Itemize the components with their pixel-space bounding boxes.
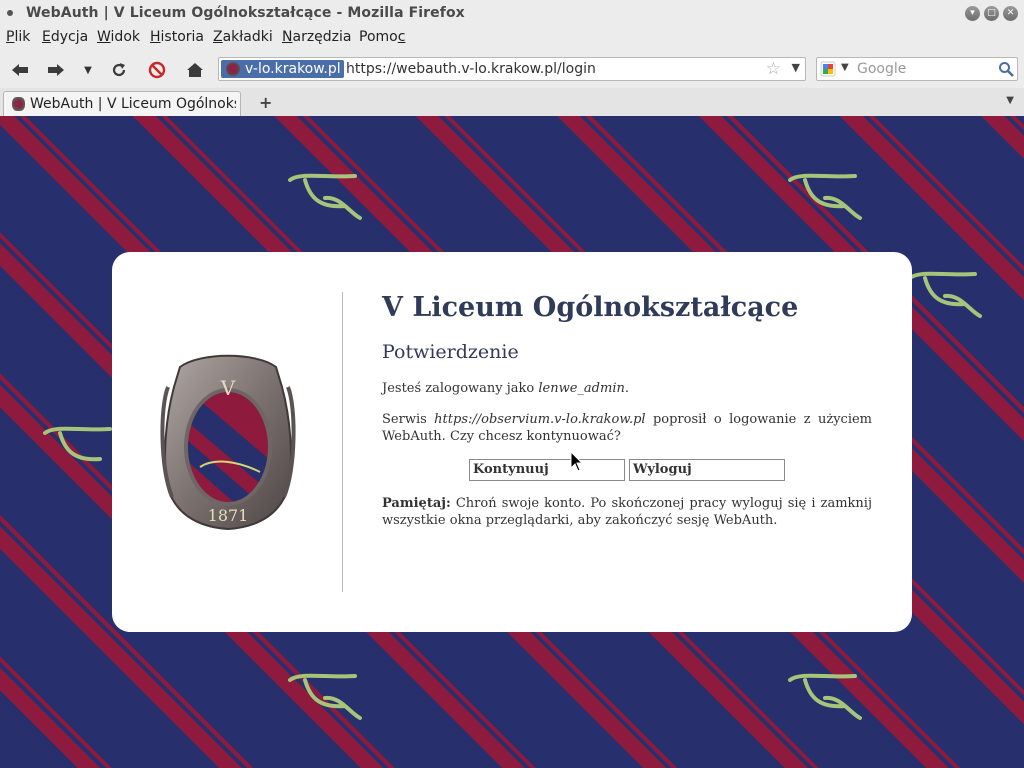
login-card: V 1871 V Liceum Ogólnokształcące Potwier… [112, 252, 912, 632]
tab-list-dropdown-icon[interactable]: ▼ [1006, 95, 1014, 106]
signature-decoration-icon [788, 173, 862, 220]
stop-icon[interactable] [145, 58, 169, 82]
logged-in-text: Jesteś zalogowany jako lenwe_admin. [382, 380, 872, 397]
url-dropdown-icon[interactable]: ▼ [792, 61, 800, 74]
signature-decoration-icon [908, 271, 982, 318]
forward-icon[interactable] [44, 58, 68, 82]
tab-webauth[interactable]: WebAuth | V Liceum Ogólnoks... [3, 91, 241, 116]
back-icon[interactable] [8, 58, 32, 82]
close-button[interactable]: ✕ [1003, 6, 1018, 21]
crest-year: 1871 [208, 506, 249, 525]
reload-icon[interactable] [107, 58, 131, 82]
maximize-button[interactable]: □ [984, 6, 999, 21]
tab-favicon [12, 97, 25, 111]
menu-pomoc[interactable]: Pomoc [359, 28, 405, 46]
menu-zakladki[interactable]: Zakładki [213, 28, 273, 46]
page-subtitle: Potwierdzenie [382, 341, 519, 363]
mouse-cursor-icon [570, 451, 584, 472]
url-text[interactable]: https://webauth.v-lo.krakow.pl/login [346, 61, 596, 77]
logged-in-prefix: Jesteś zalogowany jako [382, 381, 539, 396]
logout-button[interactable]: Wyloguj [629, 459, 785, 481]
menu-widok[interactable]: Widok [97, 28, 140, 46]
window-menu-icon[interactable] [7, 10, 13, 16]
reminder-text: Pamiętaj: Chroń swoje konto. Po skończon… [382, 495, 872, 529]
reminder-label: Pamiętaj: [382, 496, 451, 511]
bookmark-star-icon[interactable]: ☆ [766, 59, 781, 79]
tab-bar: WebAuth | V Liceum Ogólnoks... + ▼ [0, 88, 1024, 117]
menu-plik[interactable]: Plik [6, 28, 30, 46]
search-engine-dropdown-icon[interactable]: ▼ [841, 62, 849, 73]
action-buttons: Kontynuuj Wyloguj [382, 459, 872, 481]
continue-button[interactable]: Kontynuuj [469, 459, 625, 481]
signature-decoration-icon [788, 673, 862, 720]
reminder-body: Chroń swoje konto. Po skończonej pracy w… [382, 496, 872, 528]
minimize-button[interactable]: ▾ [965, 6, 980, 21]
window-title: WebAuth | V Liceum Ogólnokształcące - Mo… [26, 5, 465, 21]
home-icon[interactable] [183, 58, 207, 82]
menu-bar: Plik Edycja Widok Historia Zakładki Narz… [0, 28, 1024, 52]
crest-letter: V [220, 376, 236, 400]
search-input[interactable] [857, 58, 997, 80]
tab-label: WebAuth | V Liceum Ogólnoks... [30, 96, 236, 112]
menu-narzedzia[interactable]: Narzędzia [282, 28, 352, 46]
confirmation-panel: V Liceum Ogólnokształcące Potwierdzenie … [382, 290, 872, 529]
window-controls: ▾ □ ✕ [965, 6, 1018, 21]
google-icon[interactable] [820, 61, 836, 77]
signature-decoration-icon [288, 673, 362, 720]
service-request-text: Serwis https://observium.v-lo.krakow.pl … [382, 411, 872, 445]
site-identity-label: v-lo.krakow.pl [245, 61, 341, 77]
signature-decoration-icon [43, 426, 112, 462]
url-bar[interactable]: v-lo.krakow.pl https://webauth.v-lo.krak… [218, 57, 806, 81]
school-crest-logo: V 1871 [160, 354, 296, 531]
site-identity-button[interactable]: v-lo.krakow.pl [221, 60, 344, 78]
username: lenwe_admin [538, 381, 625, 396]
service-prefix: Serwis [382, 412, 435, 427]
logged-in-suffix: . [624, 381, 629, 396]
history-dropdown-icon[interactable]: ▼ [76, 58, 100, 82]
menu-historia[interactable]: Historia [150, 28, 204, 46]
new-tab-button[interactable]: + [259, 93, 272, 112]
page-title: V Liceum Ogólnokształcące [382, 292, 799, 323]
site-favicon [226, 62, 240, 76]
search-bar[interactable]: ▼ [816, 57, 1018, 81]
signature-decoration-icon [288, 173, 362, 220]
menu-edycja[interactable]: Edycja [42, 28, 88, 46]
page-content: V 1871 V Liceum Ogólnokształcące Potwier… [0, 116, 1024, 768]
search-icon[interactable] [998, 61, 1014, 77]
vertical-divider [342, 292, 343, 592]
window-titlebar: WebAuth | V Liceum Ogólnokształcące - Mo… [0, 0, 1024, 29]
service-url: https://observium.v-lo.krakow.pl [434, 412, 646, 427]
